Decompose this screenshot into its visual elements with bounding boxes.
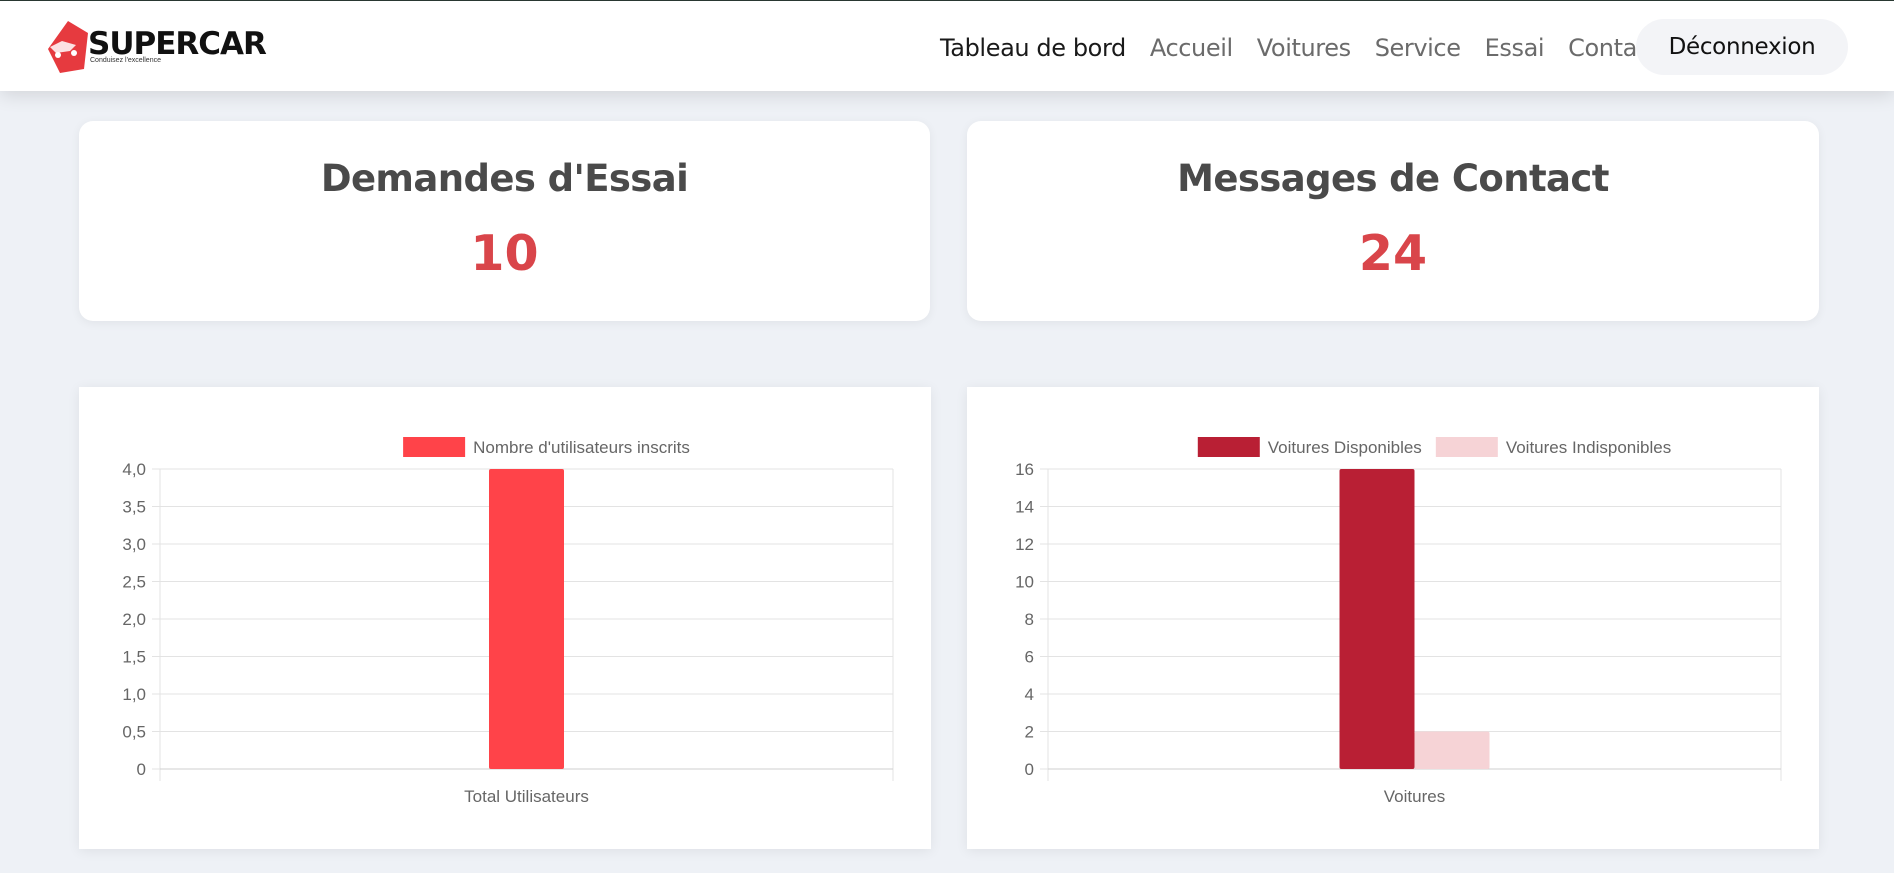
nav-link-trial[interactable]: Essai bbox=[1485, 34, 1545, 62]
y-tick-label: 3,0 bbox=[122, 535, 146, 554]
car-emblem-icon bbox=[48, 21, 88, 73]
y-tick-label: 10 bbox=[1015, 573, 1034, 592]
main-nav: Tableau de bord Accueil Voitures Service… bbox=[940, 25, 1683, 71]
y-tick-label: 16 bbox=[1015, 460, 1034, 479]
nav-link-cars[interactable]: Voitures bbox=[1257, 34, 1351, 62]
messages-stat-title: Messages de Contact bbox=[1177, 157, 1609, 200]
logo-tagline: Conduisez l'excellence bbox=[90, 57, 161, 64]
y-tick-label: 4 bbox=[1025, 685, 1034, 704]
bar bbox=[1414, 731, 1490, 769]
trials-stat-title: Demandes d'Essai bbox=[320, 157, 689, 200]
logout-button[interactable]: Déconnexion bbox=[1636, 19, 1848, 75]
navbar: SUPERCAR Conduisez l'excellence Tableau … bbox=[0, 1, 1894, 91]
bar bbox=[1339, 469, 1415, 769]
y-tick-label: 1,0 bbox=[122, 685, 146, 704]
y-tick-label: 2 bbox=[1025, 723, 1034, 742]
y-tick-label: 8 bbox=[1025, 610, 1034, 629]
cars-bar-chart: 0 2 4 6 8 10 12 14 16 Voitures Voitures Disponible… bbox=[1015, 437, 1782, 806]
users-chart-card: 0 0,5 1,0 1,5 2,0 2,5 3,0 3,5 4,0 Total Utilisate… bbox=[79, 387, 931, 849]
x-tick-label: Total Utilisateurs bbox=[464, 787, 589, 806]
supercar-logo[interactable]: SUPERCAR Conduisez l'excellence bbox=[46, 19, 267, 75]
legend-label: Nombre d'utilisateurs inscrits bbox=[473, 438, 690, 457]
users-bar-chart: 0 0,5 1,0 1,5 2,0 2,5 3,0 3,5 4,0 Total Utilisate… bbox=[122, 437, 894, 806]
y-tick-label: 12 bbox=[1015, 535, 1034, 554]
y-tick-label: 6 bbox=[1025, 648, 1034, 667]
x-tick-label: Voitures bbox=[1384, 787, 1445, 806]
y-tick-label: 3,5 bbox=[122, 498, 146, 517]
y-tick-label: 0,5 bbox=[122, 723, 146, 742]
legend-label: Voitures Disponibles bbox=[1268, 438, 1422, 457]
y-tick-label: 0 bbox=[137, 760, 146, 779]
y-tick-label: 2,5 bbox=[122, 573, 146, 592]
nav-link-service[interactable]: Service bbox=[1375, 34, 1461, 62]
trials-stat-card: Demandes d'Essai 10 bbox=[79, 121, 930, 321]
logo-text: SUPERCAR bbox=[88, 26, 267, 62]
y-tick-label: 14 bbox=[1015, 498, 1034, 517]
messages-stat-card: Messages de Contact 24 bbox=[967, 121, 1819, 321]
legend-swatch bbox=[1435, 437, 1498, 457]
legend-swatch bbox=[403, 437, 466, 457]
trials-stat-value: 10 bbox=[470, 225, 539, 282]
y-tick-label: 2,0 bbox=[122, 610, 146, 629]
y-tick-label: 0 bbox=[1025, 760, 1034, 779]
y-tick-label: 1,5 bbox=[122, 648, 146, 667]
legend-swatch bbox=[1197, 437, 1260, 457]
nav-link-home[interactable]: Accueil bbox=[1150, 34, 1233, 62]
nav-link-dashboard[interactable]: Tableau de bord bbox=[940, 34, 1126, 62]
y-tick-label: 4,0 bbox=[122, 460, 146, 479]
legend-label: Voitures Indisponibles bbox=[1506, 438, 1671, 457]
cars-chart-card: 0 2 4 6 8 10 12 14 16 Voitures Voitures Disponible… bbox=[967, 387, 1819, 849]
bar bbox=[489, 469, 564, 769]
messages-stat-value: 24 bbox=[1358, 225, 1428, 282]
